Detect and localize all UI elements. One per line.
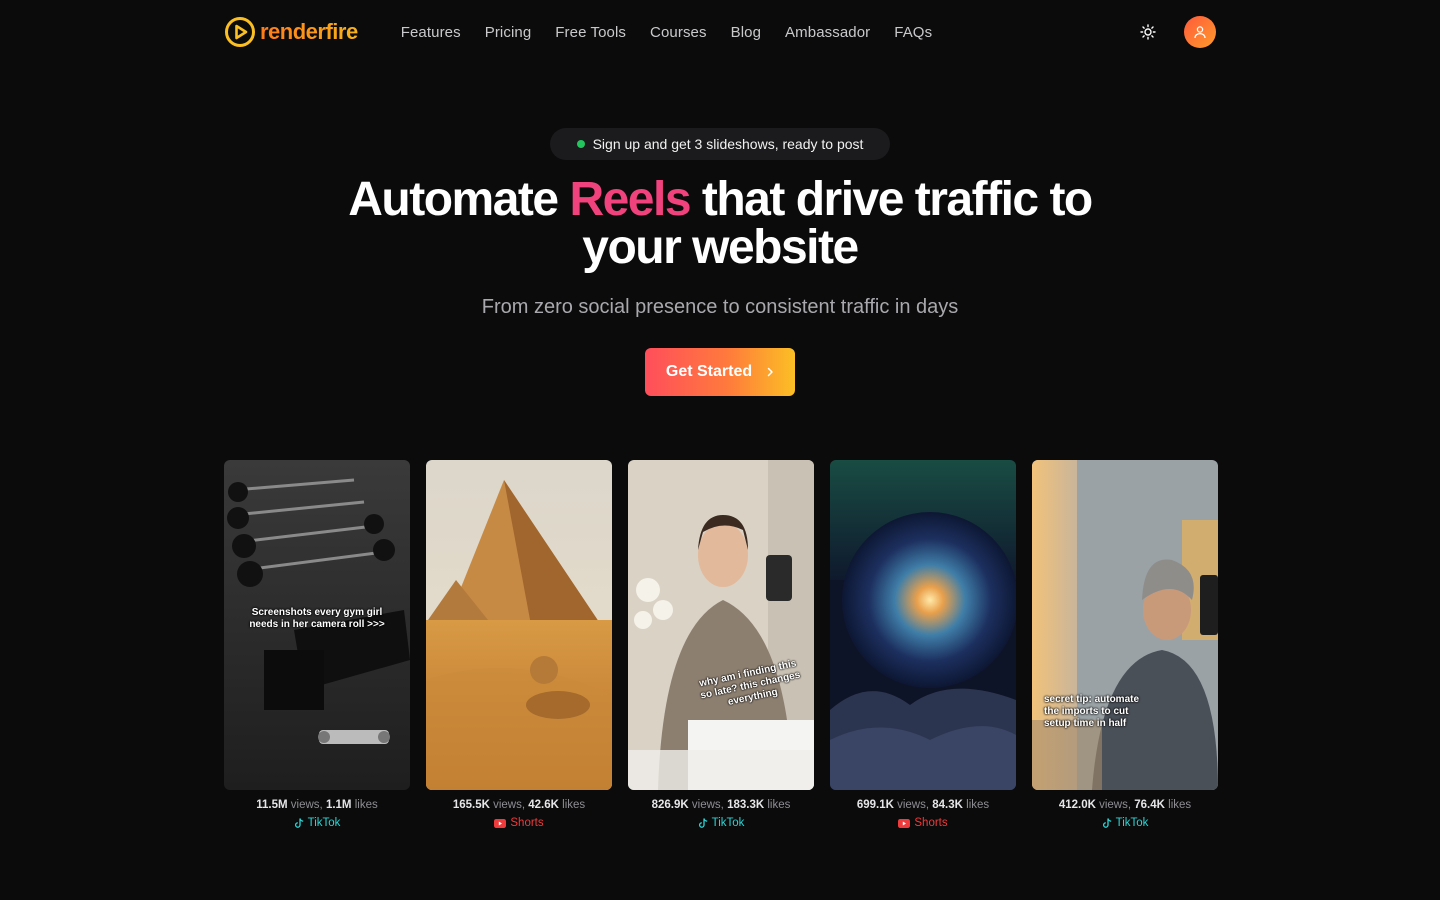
views-label: views [1099,799,1128,811]
platform-link-tiktok[interactable]: TikTok [1102,817,1149,829]
likes-label: likes [966,799,990,811]
video-stats: 11.5M views, 1.1M likes [256,799,378,811]
example-videos: Screenshots every gym girl needs in her … [224,460,1218,829]
badge-text: Sign up and get 3 slideshows, ready to p… [592,136,864,152]
headline-accent: Reels [569,173,691,226]
headline-pre: Automate [348,173,570,226]
example-card: Screenshots every gym girl needs in her … [224,460,410,829]
platform-link-tiktok[interactable]: TikTok [294,817,341,829]
views-label: views [691,799,721,811]
nav-link-courses[interactable]: Courses [650,24,707,41]
nav-link-pricing[interactable]: Pricing [485,24,532,41]
top-nav: renderfire Features Pricing Free Tools C… [224,16,1216,48]
chevron-right-icon [767,367,773,377]
likes-count: 1.1M [325,799,352,811]
user-avatar-button[interactable] [1184,16,1216,48]
likes-label: likes [354,799,378,811]
views-count: 412.0K [1058,799,1096,811]
likes-label: likes [1168,799,1192,811]
likes-count: 42.6K [528,799,559,811]
video-stats: 412.0K views, 76.4K likes [1058,799,1192,811]
example-card: 699.1K views, 84.3K likes Shorts [830,460,1016,829]
youtube-icon [494,818,507,828]
video-thumbnail[interactable] [830,460,1016,790]
views-count: 826.9K [651,799,689,811]
views-count: 165.5K [452,799,490,811]
video-thumbnail[interactable]: Screenshots every gym girl needs in her … [224,460,410,790]
tiktok-icon [698,817,707,828]
likes-label: likes [562,799,586,811]
tiktok-icon [294,817,303,828]
status-dot [576,140,585,148]
views-label: views [493,799,522,811]
video-stats: 826.9K views, 183.3K likes [651,799,791,811]
views-label: views [290,799,320,811]
nav-link-blog[interactable]: Blog [731,24,761,41]
platform-name: Shorts [510,817,544,829]
sun-icon [1140,24,1156,40]
cta-label: Get Started [665,363,753,380]
video-thumbnail[interactable]: secret tip: automate the imports to cut … [1032,460,1218,790]
likes-label: likes [767,799,791,811]
get-started-button[interactable]: Get Started [645,348,795,396]
hero-headline: Automate Reels that drive traffic to you… [320,176,1120,272]
logo-link[interactable]: renderfire [224,16,358,48]
hero-subheadline: From zero social presence to consistent … [481,296,959,318]
platform-name: Shorts [914,817,948,829]
signup-offer-badge: Sign up and get 3 slideshows, ready to p… [550,128,890,160]
nav-actions [1134,16,1216,48]
video-caption: Screenshots every gym girl needs in her … [249,607,385,630]
youtube-icon [898,818,911,828]
platform-link-tiktok[interactable]: TikTok [698,817,745,829]
nav-link-ambassador[interactable]: Ambassador [785,24,870,41]
tiktok-icon [1102,817,1111,828]
video-thumbnail[interactable] [426,460,612,790]
video-stats: 165.5K views, 42.6K likes [452,799,586,811]
nav-link-faqs[interactable]: FAQs [894,24,932,41]
nav-link-features[interactable]: Features [401,24,461,41]
platform-name: TikTok [711,817,745,829]
video-thumbnail[interactable]: why am i finding this so late? this chan… [628,460,814,790]
likes-count: 183.3K [727,799,765,811]
platform-name: TikTok [307,817,341,829]
user-icon [1194,26,1206,39]
views-count: 11.5M [256,799,288,811]
main-menu: Features Pricing Free Tools Courses Blog… [401,24,932,41]
likes-count: 76.4K [1134,799,1165,811]
play-logo-icon [225,17,255,47]
views-count: 699.1K [856,799,894,811]
video-caption: secret tip: automate the imports to cut … [1044,694,1140,729]
likes-count: 84.3K [932,799,963,811]
example-card: why am i finding this so late? this chan… [628,460,814,829]
example-card: secret tip: automate the imports to cut … [1032,460,1218,829]
video-stats: 699.1K views, 84.3K likes [856,799,990,811]
theme-toggle-button[interactable] [1134,18,1162,46]
views-label: views [897,799,926,811]
platform-link-shorts[interactable]: Shorts [494,817,544,829]
platform-name: TikTok [1115,817,1149,829]
example-card: 165.5K views, 42.6K likes Shorts [426,460,612,829]
brand-name: renderfire [260,19,358,44]
platform-link-shorts[interactable]: Shorts [898,817,948,829]
nav-link-free-tools[interactable]: Free Tools [555,24,626,41]
